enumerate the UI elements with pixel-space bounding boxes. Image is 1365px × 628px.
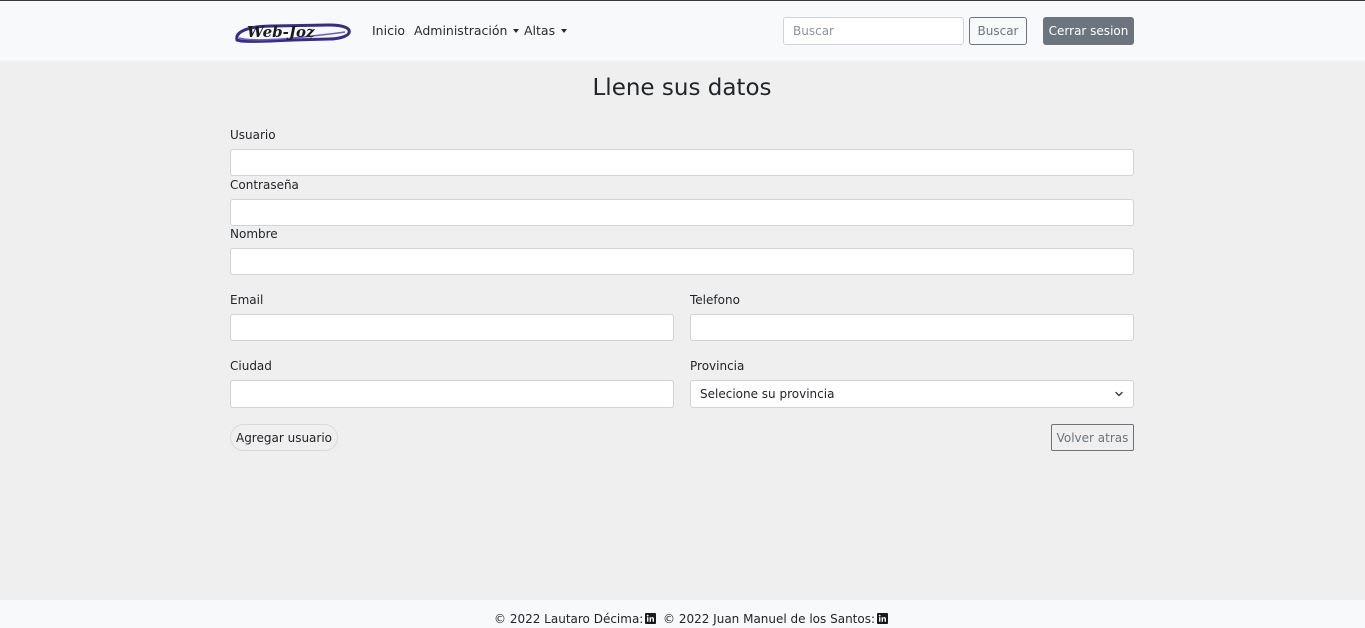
provincia-label: Provincia <box>690 359 745 373</box>
logout-button[interactable]: Cerrar sesion <box>1043 17 1134 45</box>
brand-logo-text: Web-Joz <box>247 23 315 41</box>
brand-logo[interactable]: Web-Joz <box>233 20 353 46</box>
nombre-field[interactable] <box>230 248 1134 275</box>
back-button[interactable]: Volver atras <box>1051 424 1134 451</box>
nav-dropdown-administracion[interactable]: Administración <box>414 23 520 38</box>
footer-credit-text: © 2022 Lautaro Décima: <box>494 612 644 626</box>
footer-credit: © 2022 Juan Manuel de los Santos: <box>663 612 889 626</box>
ciudad-label: Ciudad <box>230 359 272 373</box>
usuario-label: Usuario <box>230 128 276 142</box>
navbar: Web-Joz Inicio Administración Altas Busc… <box>0 1 1365 61</box>
add-user-button[interactable]: Agregar usuario <box>230 424 338 451</box>
footer-credit: © 2022 Lautaro Décima: <box>494 612 657 626</box>
chevron-down-icon <box>1115 391 1123 397</box>
page-title: Llene sus datos <box>592 75 772 101</box>
linkedin-icon[interactable] <box>877 613 889 624</box>
nav-dropdown-altas-label: Altas <box>524 23 556 38</box>
search-input[interactable] <box>783 17 964 45</box>
nav-link-inicio[interactable]: Inicio <box>372 23 405 38</box>
usuario-field[interactable] <box>230 149 1134 176</box>
caret-down-icon <box>513 29 520 33</box>
provincia-select[interactable]: Selecione su provincia <box>690 380 1134 408</box>
nav-dropdown-administracion-label: Administración <box>414 23 508 38</box>
nav-dropdown-altas[interactable]: Altas <box>524 23 568 38</box>
footer-credit-text: © 2022 Juan Manuel de los Santos: <box>663 612 876 626</box>
email-label: Email <box>230 293 264 307</box>
email-field[interactable] <box>230 314 674 341</box>
search-button[interactable]: Buscar <box>969 17 1027 45</box>
caret-down-icon <box>561 29 568 33</box>
linkedin-icon[interactable] <box>645 613 657 624</box>
password-field[interactable] <box>230 199 1134 226</box>
telefono-field[interactable] <box>690 314 1134 341</box>
nombre-label: Nombre <box>230 227 278 241</box>
ciudad-field[interactable] <box>230 380 674 408</box>
contrasena-label: Contraseña <box>230 178 299 192</box>
telefono-label: Telefono <box>690 293 740 307</box>
provincia-selected-value: Selecione su provincia <box>700 387 835 401</box>
